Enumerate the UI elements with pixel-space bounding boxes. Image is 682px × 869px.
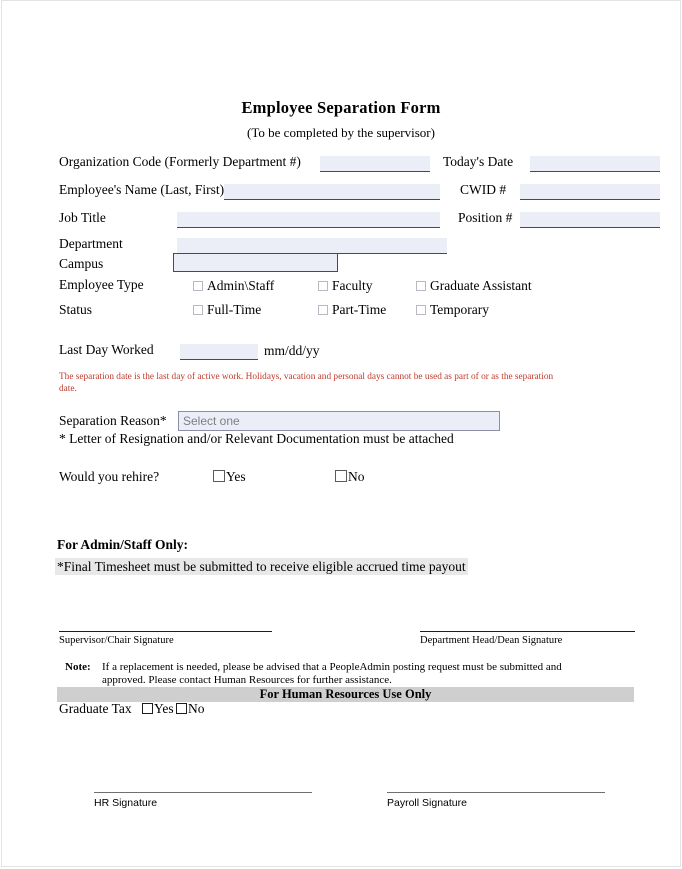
separation-reason-footnote: * Letter of Resignation and/or Relevant … [59,431,454,446]
position-label: Position # [458,210,513,225]
admin-staff-heading: For Admin/Staff Only: [57,537,189,552]
cwid-input[interactable] [520,184,660,200]
page-subtitle: (To be completed by the supervisor) [247,125,435,140]
checkbox-graduate-tax-no[interactable] [176,703,187,714]
checkbox-admin-staff[interactable] [193,281,203,291]
final-timesheet-highlight: *Final Timesheet must be submitted to re… [55,558,468,575]
organization-code-label: Organization Code (Formerly Department #… [59,154,301,169]
campus-label: Campus [59,256,104,271]
department-head-signature-caption: Department Head/Dean Signature [420,635,563,646]
checkbox-rehire-no-label: No [348,469,365,484]
checkbox-temporary-label: Temporary [430,302,490,317]
status-label: Status [59,302,93,317]
checkbox-graduate-assistant[interactable] [416,281,426,291]
checkbox-graduate-tax-no-label: No [188,701,205,716]
checkbox-rehire-yes-label: Yes [226,469,246,484]
organization-code-input[interactable] [320,156,430,172]
note-line-2: approved. Please contact Human Resources… [102,674,392,686]
last-day-worked-label: Last Day Worked [59,342,154,357]
department-head-signature-line[interactable] [420,631,635,632]
hr-use-only-band: For Human Resources Use Only [57,687,634,702]
checkbox-full-time[interactable] [193,305,203,315]
checkbox-temporary[interactable] [416,305,426,315]
payroll-signature-line[interactable] [387,792,605,793]
cwid-label: CWID # [460,182,507,197]
employee-name-input[interactable] [224,184,440,200]
department-input[interactable] [177,238,447,254]
todays-date-input[interactable] [530,156,660,172]
separation-reason-label: Separation Reason* [59,413,167,428]
campus-select[interactable] [173,253,338,272]
note-line-1: If a replacement is needed, please be ad… [102,661,562,673]
employee-type-label: Employee Type [59,277,144,292]
checkbox-rehire-no[interactable] [335,470,347,482]
checkbox-rehire-yes[interactable] [213,470,225,482]
checkbox-admin-staff-label: Admin\Staff [207,278,275,293]
supervisor-signature-line[interactable] [59,631,272,632]
rehire-label: Would you rehire? [59,469,160,484]
job-title-input[interactable] [177,212,440,228]
form-page: Employee Separation Form (To be complete… [1,0,681,867]
separation-reason-select[interactable]: Select one [178,411,500,431]
position-input[interactable] [520,212,660,228]
date-format-hint: mm/dd/yy [264,343,320,358]
checkbox-faculty[interactable] [318,281,328,291]
employee-name-label: Employee's Name (Last, First) [59,182,225,197]
graduate-tax-label: Graduate Tax [59,701,132,716]
job-title-label: Job Title [59,210,106,225]
hr-signature-caption: HR Signature [94,797,158,809]
payroll-signature-caption: Payroll Signature [387,797,467,809]
checkbox-part-time-label: Part-Time [332,302,387,317]
department-label: Department [59,236,123,251]
checkbox-graduate-tax-yes[interactable] [142,703,153,714]
supervisor-signature-caption: Supervisor/Chair Signature [59,635,174,646]
hr-signature-line[interactable] [94,792,312,793]
note-label: Note: [65,661,91,673]
todays-date-label: Today's Date [443,154,514,169]
last-day-worked-input[interactable] [180,344,258,360]
separation-date-warning: The separation date is the last day of a… [59,372,554,394]
checkbox-graduate-assistant-label: Graduate Assistant [430,278,532,293]
checkbox-faculty-label: Faculty [332,278,373,293]
checkbox-part-time[interactable] [318,305,328,315]
page-title: Employee Separation Form [241,98,441,117]
checkbox-graduate-tax-yes-label: Yes [154,701,174,716]
checkbox-full-time-label: Full-Time [207,302,262,317]
